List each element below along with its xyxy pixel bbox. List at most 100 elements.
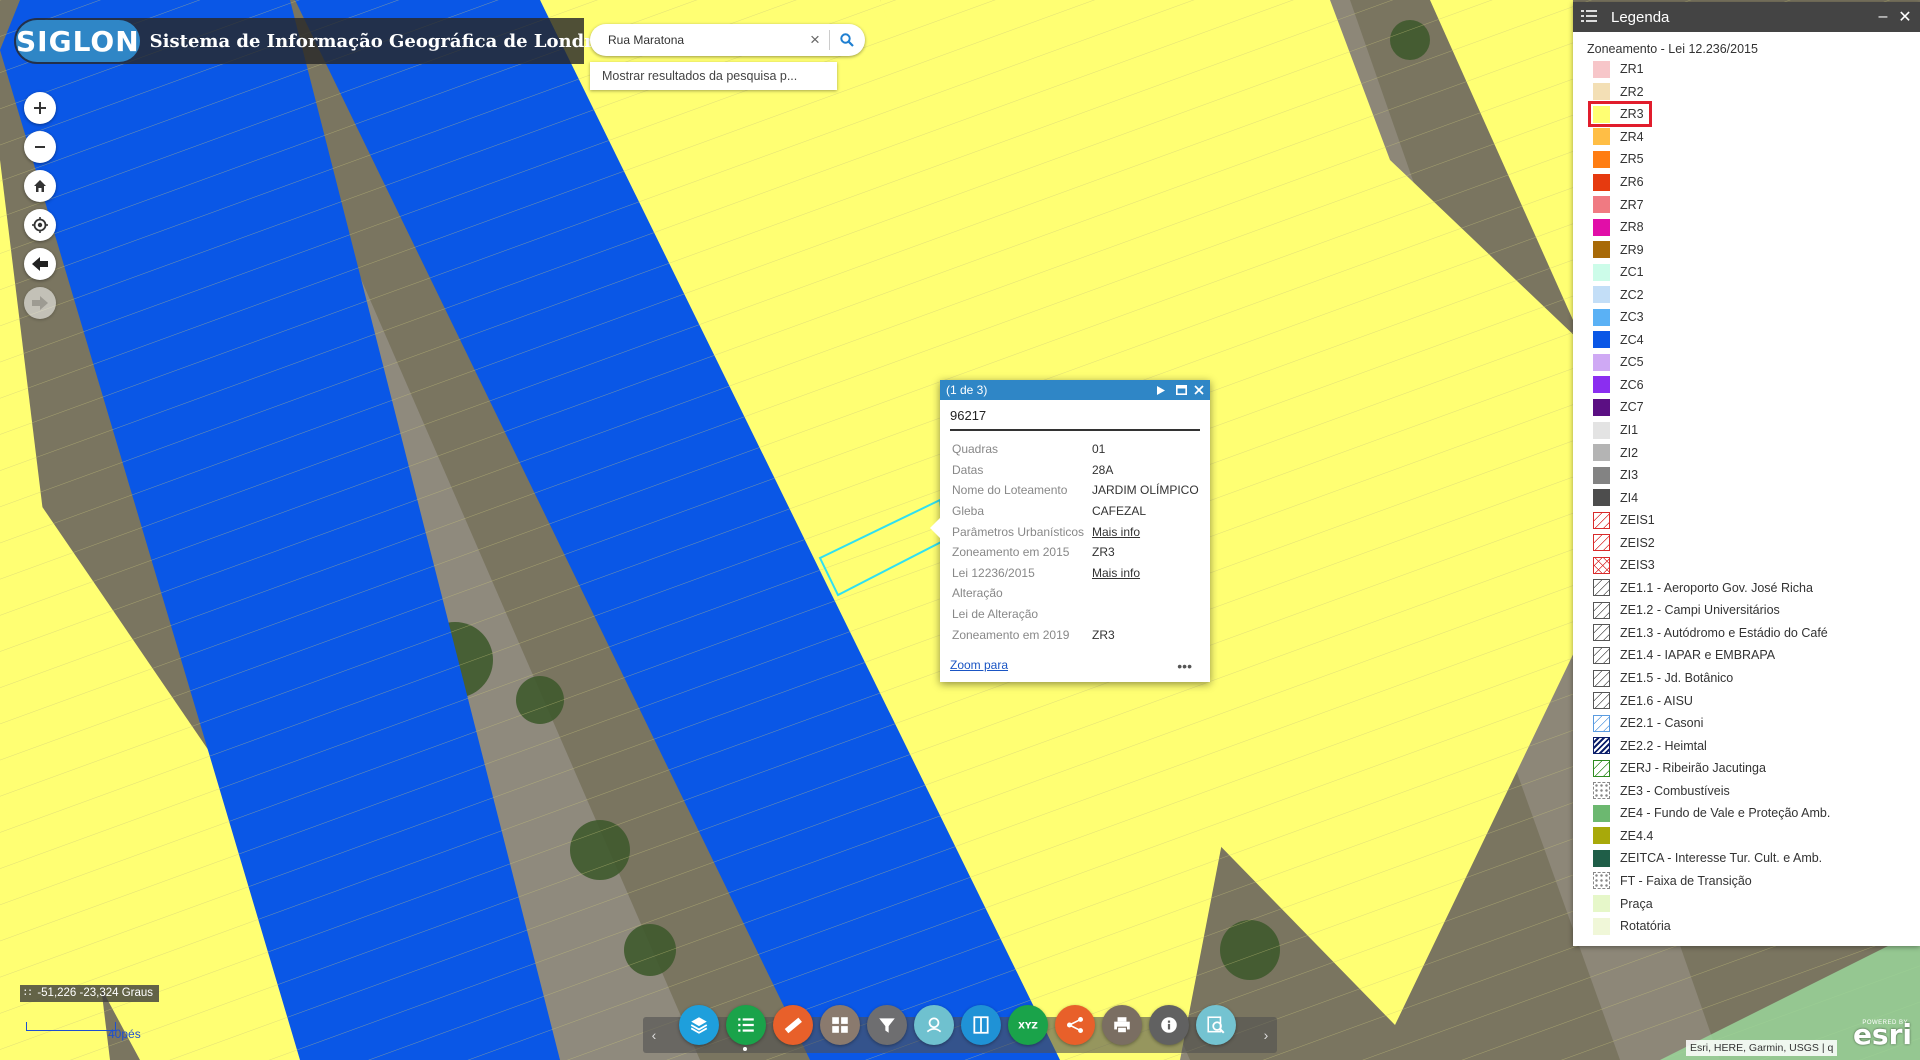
legend-swatch bbox=[1593, 353, 1610, 371]
legend-label: ZE3 - Combustíveis bbox=[1620, 783, 1730, 798]
search-bar: × bbox=[590, 24, 865, 56]
legend-label: ZR4 bbox=[1620, 129, 1644, 144]
legend-item: Rotatória bbox=[1593, 915, 1920, 938]
bottom-toolbar: ‹ › XYZ bbox=[643, 1005, 1277, 1053]
layers-tool[interactable] bbox=[679, 1005, 719, 1045]
query-icon bbox=[1207, 1016, 1225, 1034]
next-extent-button[interactable] bbox=[24, 287, 56, 319]
query-tool[interactable] bbox=[1196, 1005, 1236, 1045]
legend-item: ZR2 bbox=[1593, 81, 1920, 104]
layers-icon bbox=[690, 1017, 708, 1034]
legend-label: ZR5 bbox=[1620, 152, 1644, 167]
map-attribution[interactable]: Esri, HERE, Garmin, USGS | q bbox=[1686, 1040, 1838, 1056]
legend-swatch bbox=[1593, 534, 1610, 552]
legend-swatch bbox=[1593, 759, 1610, 777]
legend-swatch bbox=[1593, 331, 1610, 349]
toolbar-prev-arrow[interactable]: ‹ bbox=[643, 1017, 665, 1053]
info-tool[interactable] bbox=[1149, 1005, 1189, 1045]
close-icon[interactable] bbox=[1190, 380, 1208, 400]
more-options-icon[interactable]: ••• bbox=[1177, 658, 1192, 674]
arrow-left-icon bbox=[32, 257, 48, 271]
list-menu-icon[interactable] bbox=[1581, 9, 1599, 26]
legend-label: ZE1.3 - Autódromo e Estádio do Café bbox=[1620, 625, 1828, 640]
legend-item: ZC1 bbox=[1593, 261, 1920, 284]
legend-item: ZI1 bbox=[1593, 419, 1920, 442]
xyz-tool[interactable]: XYZ bbox=[1008, 1005, 1048, 1045]
zoom-to-link[interactable]: Zoom para bbox=[950, 658, 1008, 672]
legend-item: ZI3 bbox=[1593, 464, 1920, 487]
legend-label: ZC3 bbox=[1620, 310, 1644, 325]
legend-swatch bbox=[1593, 579, 1610, 597]
split-tool[interactable] bbox=[961, 1005, 1001, 1045]
search-suggestion[interactable]: Mostrar resultados da pesquisa p... bbox=[590, 62, 837, 90]
attribute-row: Lei 12236/2015 Mais info bbox=[952, 563, 1210, 584]
legend-item: ZE4 - Fundo de Vale e Proteção Amb. bbox=[1593, 802, 1920, 825]
app-title: Sistema de Informação Geográfica de Lond… bbox=[149, 30, 626, 52]
attribute-label: Lei 12236/2015 bbox=[952, 565, 1035, 580]
legend-item: ZE2.2 - Heimtal bbox=[1593, 734, 1920, 757]
attribute-row: Datas 28A bbox=[952, 460, 1210, 481]
locate-button[interactable] bbox=[24, 209, 56, 241]
legend-item: ZEIS3 bbox=[1593, 554, 1920, 577]
legend-item: ZE1.5 - Jd. Botânico bbox=[1593, 667, 1920, 690]
next-feature-icon[interactable] bbox=[1152, 380, 1170, 400]
legend-label: ZR2 bbox=[1620, 84, 1644, 99]
popup-counter: (1 de 3) bbox=[946, 383, 988, 397]
zoom-in-button[interactable] bbox=[24, 92, 56, 124]
attribute-value: JARDIM OLÍMPICO bbox=[1092, 483, 1199, 498]
basemap-tool[interactable] bbox=[820, 1005, 860, 1045]
mais-info-link[interactable]: Mais info bbox=[1092, 525, 1140, 539]
filter-tool[interactable] bbox=[867, 1005, 907, 1045]
legend-tool[interactable] bbox=[726, 1005, 766, 1045]
coordinate-readout[interactable]: ∷ -51,226 -23,324 Graus bbox=[20, 985, 160, 1002]
legend-label: ZE1.4 - IAPAR e EMBRAPA bbox=[1620, 648, 1776, 663]
coordinate-toggle-icon[interactable]: ∷ bbox=[24, 987, 31, 999]
legend-label: FT - Faixa de Transição bbox=[1620, 873, 1752, 888]
legend-label: ZE1.1 - Aeroporto Gov. José Richa bbox=[1620, 580, 1813, 595]
legend-label: ZC5 bbox=[1620, 355, 1644, 370]
legend-swatch bbox=[1593, 196, 1610, 214]
search-input[interactable] bbox=[606, 32, 805, 48]
print-tool[interactable] bbox=[1102, 1005, 1142, 1045]
scale-bar bbox=[26, 1022, 116, 1031]
legend-swatch bbox=[1593, 128, 1610, 146]
clear-search-icon[interactable]: × bbox=[805, 30, 825, 50]
legend-label: ZC7 bbox=[1620, 400, 1644, 415]
legend-item: ZR1 bbox=[1593, 58, 1920, 81]
maximize-icon[interactable] bbox=[1172, 380, 1190, 400]
legend-item: ZC3 bbox=[1593, 306, 1920, 329]
legend-item: ZEIS2 bbox=[1593, 531, 1920, 554]
toolbar-next-arrow[interactable]: › bbox=[1255, 1017, 1277, 1053]
attribute-row: Lei de Alteração bbox=[952, 604, 1210, 625]
legend-panel: Legenda – ✕ Zoneamento - Lei 12.236/2015… bbox=[1573, 2, 1920, 946]
siglon-logo[interactable]: SIGLON bbox=[16, 20, 140, 62]
target-icon bbox=[32, 217, 48, 233]
close-icon[interactable]: ✕ bbox=[1894, 7, 1916, 27]
legend-label: ZERJ - Ribeirão Jacutinga bbox=[1620, 761, 1766, 776]
legend-label: ZI3 bbox=[1620, 468, 1639, 483]
search-icon[interactable] bbox=[834, 33, 860, 47]
esri-logo: esri bbox=[1852, 1018, 1912, 1051]
legend-swatch bbox=[1593, 601, 1610, 619]
legend-label: ZR7 bbox=[1620, 197, 1644, 212]
feature-popup: (1 de 3) 96217 Quadras 01 Datas 28A Nome d… bbox=[930, 380, 1210, 682]
legend-swatch bbox=[1593, 444, 1610, 462]
legend-swatch bbox=[1593, 150, 1610, 168]
legend-label: Praça bbox=[1620, 896, 1653, 911]
legend-label: ZC2 bbox=[1620, 287, 1644, 302]
previous-extent-button[interactable] bbox=[24, 248, 56, 280]
draw-tool[interactable] bbox=[914, 1005, 954, 1045]
legend-item: ZC2 bbox=[1593, 283, 1920, 306]
measure-tool[interactable] bbox=[773, 1005, 813, 1045]
legend-swatch bbox=[1593, 917, 1610, 935]
active-tool-indicator bbox=[743, 1047, 747, 1051]
attribute-label: Gleba bbox=[952, 504, 985, 519]
mais-info-link[interactable]: Mais info bbox=[1092, 566, 1140, 580]
attribute-label: Zoneamento em 2019 bbox=[952, 627, 1070, 642]
zoom-out-button[interactable] bbox=[24, 131, 56, 163]
share-tool[interactable] bbox=[1055, 1005, 1095, 1045]
legend-label: ZR6 bbox=[1620, 175, 1644, 189]
legend-item: ZI4 bbox=[1593, 486, 1920, 509]
minimize-icon[interactable]: – bbox=[1872, 8, 1894, 26]
home-button[interactable] bbox=[24, 170, 56, 202]
